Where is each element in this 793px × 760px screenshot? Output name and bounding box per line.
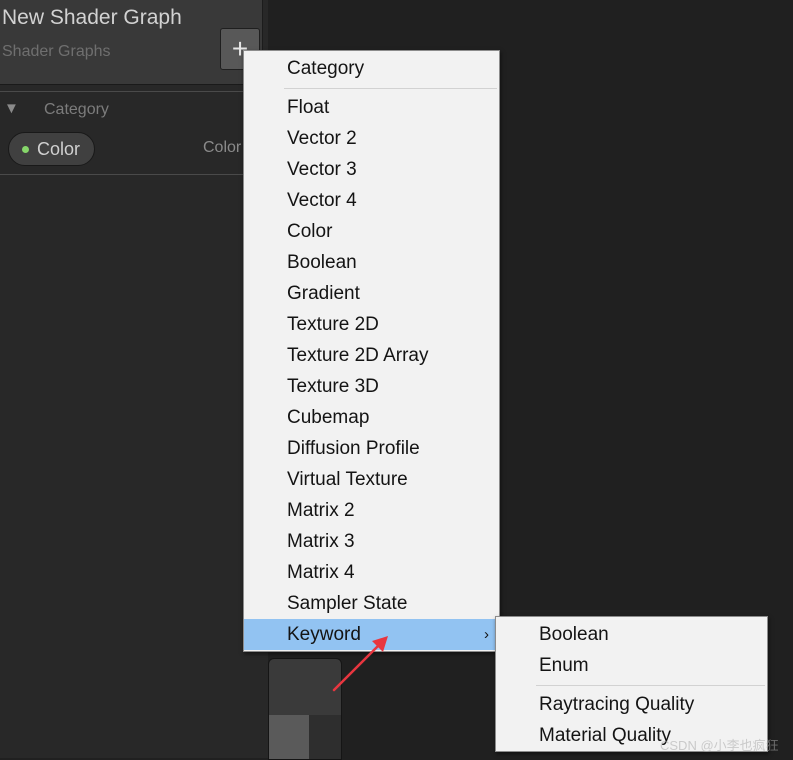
context-menu: Category Float Vector 2 Vector 3 Vector … [243, 50, 500, 652]
menu-separator [536, 685, 765, 686]
divider [0, 91, 243, 92]
menu-item-texture-2d-array[interactable]: Texture 2D Array [244, 340, 499, 371]
keyword-submenu: Boolean Enum Raytracing Quality Material… [495, 616, 768, 752]
property-pill[interactable]: Color [8, 132, 95, 166]
submenu-list: Boolean Enum Raytracing Quality Material… [496, 619, 767, 751]
menu-separator [284, 88, 497, 89]
menu-item-boolean[interactable]: Boolean [244, 247, 499, 278]
category-label: Category [44, 101, 109, 118]
property-type: Color [203, 139, 242, 156]
blackboard-header: New Shader Graph Shader Graphs + [0, 0, 263, 85]
menu-item-vector-4[interactable]: Vector 4 [244, 185, 499, 216]
menu-item-diffusion-profile[interactable]: Diffusion Profile [244, 433, 499, 464]
category-row[interactable]: ▼ Category [0, 96, 243, 126]
preview-tile [269, 715, 309, 759]
submenu-item-raytracing-quality[interactable]: Raytracing Quality [496, 689, 767, 720]
blackboard-panel: New Shader Graph Shader Graphs + ▼ Categ… [0, 0, 268, 758]
menu-item-float[interactable]: Float [244, 92, 499, 123]
menu-item-category[interactable]: Category [287, 58, 364, 80]
menu-item-keyword-label: Keyword [287, 624, 361, 645]
menu-item-vector-2[interactable]: Vector 2 [244, 123, 499, 154]
node-preview [268, 658, 342, 760]
preview-tile [309, 715, 341, 759]
divider [0, 174, 243, 175]
menu-list: Float Vector 2 Vector 3 Vector 4 Color B… [244, 92, 499, 650]
menu-item-matrix-2[interactable]: Matrix 2 [244, 495, 499, 526]
property-dot-icon [22, 146, 29, 153]
chevron-right-icon: › [484, 626, 489, 643]
menu-item-cubemap[interactable]: Cubemap [244, 402, 499, 433]
submenu-item-enum[interactable]: Enum [496, 650, 767, 681]
menu-item-texture-2d[interactable]: Texture 2D [244, 309, 499, 340]
menu-item-virtual-texture[interactable]: Virtual Texture [244, 464, 499, 495]
menu-item-keyword[interactable]: Keyword › [244, 619, 499, 650]
property-row[interactable]: Color Color [0, 130, 243, 168]
submenu-item-boolean[interactable]: Boolean [496, 619, 767, 650]
menu-item-color[interactable]: Color [244, 216, 499, 247]
menu-item-matrix-4[interactable]: Matrix 4 [244, 557, 499, 588]
property-name: Color [37, 139, 81, 159]
menu-item-matrix-3[interactable]: Matrix 3 [244, 526, 499, 557]
graph-path: Shader Graphs [2, 43, 111, 60]
menu-item-sampler-state[interactable]: Sampler State [244, 588, 499, 619]
menu-item-gradient[interactable]: Gradient [244, 278, 499, 309]
watermark: CSDN @小李也疯狂 [660, 738, 779, 753]
graph-title: New Shader Graph [2, 6, 182, 29]
menu-item-vector-3[interactable]: Vector 3 [244, 154, 499, 185]
menu-item-texture-3d[interactable]: Texture 3D [244, 371, 499, 402]
collapse-triangle-icon[interactable]: ▼ [4, 100, 19, 117]
